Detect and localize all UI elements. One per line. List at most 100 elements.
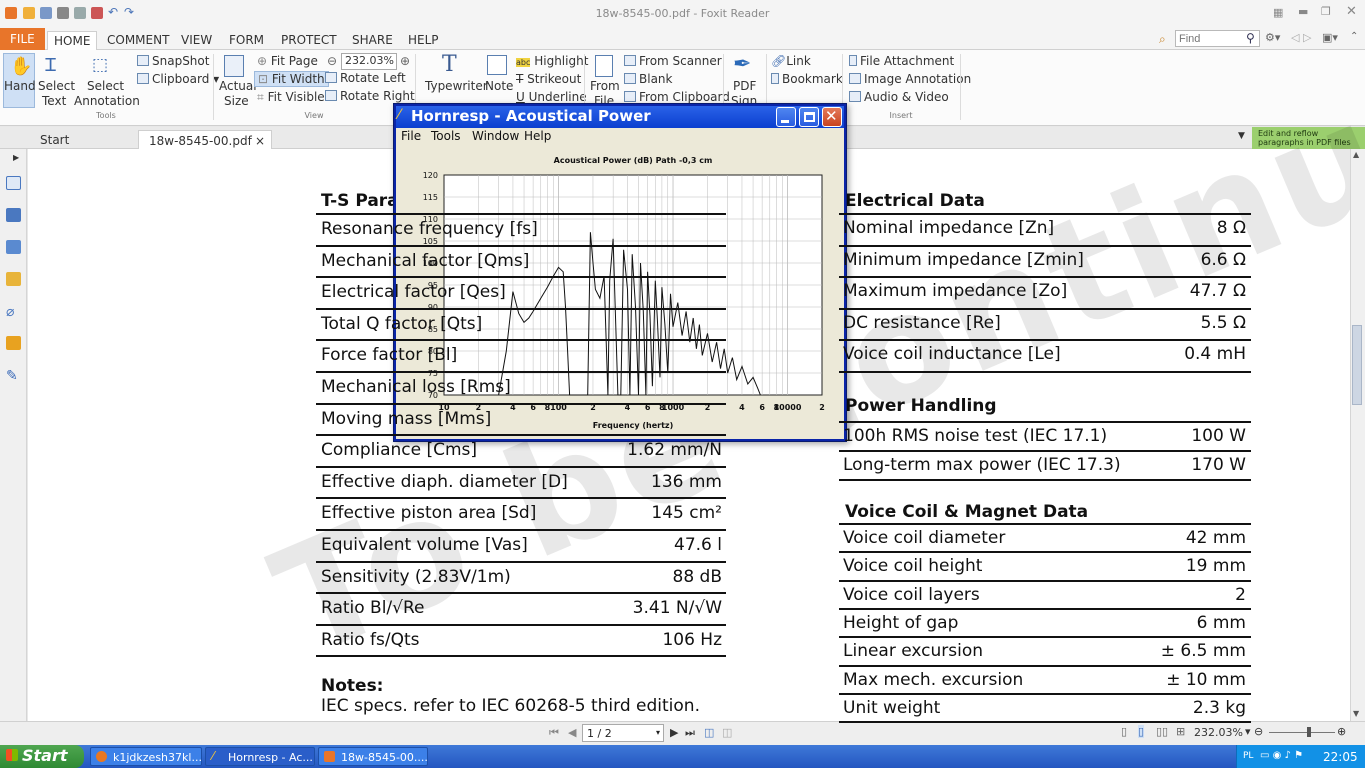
security-lock-icon[interactable]: [6, 336, 21, 350]
select-annotation-label-1[interactable]: Select: [87, 79, 124, 93]
zoom-slider-handle[interactable]: [1307, 727, 1311, 737]
next-view-icon[interactable]: ◫: [722, 726, 732, 739]
image-annotation-button[interactable]: Image Annotation: [849, 72, 971, 86]
facing-icon[interactable]: ▯▯: [1156, 725, 1168, 738]
dialog-menu-file[interactable]: File: [401, 129, 421, 143]
tab-document[interactable]: 18w-8545-00.pdf: [138, 130, 272, 149]
prev-view-icon[interactable]: ◫: [704, 726, 714, 739]
zoom-in-icon[interactable]: ⊕: [400, 54, 410, 68]
pages-icon[interactable]: [6, 176, 21, 190]
actual-size-label-2[interactable]: Size: [224, 94, 249, 108]
layers-icon[interactable]: [6, 208, 21, 222]
highlight-button[interactable]: abc Highlight: [516, 54, 588, 68]
tray-icons[interactable]: ▭ ◉ ♪ ⚑: [1260, 750, 1303, 761]
tab-help[interactable]: HELP: [402, 31, 445, 50]
tab-file[interactable]: FILE: [0, 28, 45, 50]
dialog-menu-tools[interactable]: Tools: [431, 129, 461, 143]
statusbar-zoom-value[interactable]: 232.03%: [1194, 726, 1243, 739]
close-icon[interactable]: ✕: [1346, 4, 1357, 19]
dialog-close-button[interactable]: ✕: [822, 107, 842, 127]
zoom-slider[interactable]: [1269, 732, 1335, 733]
prev-page-icon[interactable]: ◀: [568, 726, 576, 739]
dialog-minimize-button[interactable]: [776, 107, 796, 127]
language-indicator[interactable]: PL: [1243, 751, 1253, 761]
from-file-label-1[interactable]: From: [590, 79, 620, 93]
zoom-combo[interactable]: 232.03%: [341, 53, 397, 70]
bookmark-button[interactable]: Bookmark: [771, 72, 843, 86]
last-page-icon[interactable]: ⏭: [685, 726, 695, 740]
link-button[interactable]: 🔗︎Link: [771, 54, 811, 68]
tab-start[interactable]: Start: [30, 130, 79, 149]
page-number-field[interactable]: 1 / 2 ▾: [582, 724, 664, 742]
rotate-left-button[interactable]: Rotate Left: [325, 71, 406, 85]
file-attachment-button[interactable]: File Attachment: [849, 54, 954, 68]
select-annotation-label-2[interactable]: Annotation: [74, 94, 140, 108]
first-page-icon[interactable]: ⏮: [549, 726, 559, 740]
restore-icon[interactable]: ❐: [1321, 5, 1331, 18]
actual-size-label-1[interactable]: Actual: [219, 79, 257, 93]
find-tool-icon[interactable]: ⌕: [1159, 32, 1166, 47]
dialog-maximize-button[interactable]: [799, 107, 819, 127]
scroll-thumb[interactable]: [1352, 325, 1362, 405]
expand-panel-icon[interactable]: ▶: [13, 153, 19, 162]
tab-protect[interactable]: PROTECT: [275, 31, 343, 50]
attachments-panel-icon[interactable]: ⌀: [6, 304, 21, 320]
skin-menu-icon[interactable]: ▣▾: [1322, 31, 1338, 44]
vertical-scrollbar[interactable]: [1350, 149, 1365, 721]
single-page-icon[interactable]: ▯: [1121, 725, 1127, 738]
snapshot-button[interactable]: SnapShot: [137, 54, 209, 68]
scan-icon[interactable]: [74, 7, 86, 19]
dialog-menu-help[interactable]: Help: [524, 129, 551, 143]
save-icon[interactable]: [40, 7, 52, 19]
dialog-menu-window[interactable]: Window: [472, 129, 519, 143]
signature-panel-icon[interactable]: ✎: [6, 368, 21, 384]
zoom-in-small-icon[interactable]: ⊕: [1337, 725, 1346, 738]
scroll-down-icon[interactable]: ▼: [1353, 709, 1359, 718]
comments-panel-icon[interactable]: [6, 272, 21, 286]
minimize-icon[interactable]: ▬: [1298, 5, 1308, 18]
taskbar-item-hornresp[interactable]: Hornresp - Ac...: [205, 747, 315, 766]
clipboard-button[interactable]: Clipboard ▾: [137, 72, 219, 86]
select-text-label-1[interactable]: Select: [38, 79, 75, 93]
blank-button[interactable]: Blank: [624, 72, 672, 86]
tab-view[interactable]: VIEW: [175, 31, 218, 50]
clock[interactable]: 22:05: [1323, 750, 1358, 764]
undo-icon[interactable]: ↶: [108, 5, 120, 19]
tab-share[interactable]: SHARE: [346, 31, 399, 50]
window-tile-icon[interactable]: ▦: [1273, 6, 1283, 19]
typewriter-button[interactable]: Typewriter: [425, 79, 488, 93]
zoom-out-small-icon[interactable]: ▾ ⊖: [1245, 725, 1263, 738]
strikeout-button[interactable]: T Strikeout: [516, 72, 581, 86]
tab-form[interactable]: FORM: [223, 31, 270, 50]
hand-button[interactable]: Hand: [4, 79, 36, 93]
from-scanner-button[interactable]: From Scanner: [624, 54, 722, 68]
tab-comment[interactable]: COMMENT: [101, 31, 175, 50]
continuous-facing-icon[interactable]: ⊞: [1176, 725, 1185, 738]
zoom-out-icon[interactable]: ⊖: [327, 54, 337, 68]
close-tab-icon[interactable]: ×: [255, 134, 265, 148]
nav-back-icon[interactable]: ◁ ▷: [1291, 31, 1311, 44]
note-button[interactable]: Note: [485, 79, 513, 93]
continuous-page-icon[interactable]: ▯: [1138, 725, 1145, 738]
search-icon[interactable]: ⚲: [1246, 31, 1255, 45]
redo-icon[interactable]: ↷: [124, 5, 136, 19]
print-icon[interactable]: [57, 7, 69, 19]
from-clipboard-button[interactable]: From Clipboard: [624, 90, 730, 104]
fit-visible-button[interactable]: ⌗ Fit Visible: [257, 90, 325, 105]
collapse-ribbon-icon[interactable]: ⌃: [1350, 31, 1358, 42]
next-page-icon[interactable]: ▶: [670, 726, 678, 739]
underline-button[interactable]: U Underline: [516, 90, 587, 104]
pdf-sign-label-1[interactable]: PDF: [733, 79, 756, 93]
fit-page-button[interactable]: ⊕ Fit Page: [257, 54, 318, 68]
new-icon[interactable]: [91, 7, 103, 19]
fit-width-button[interactable]: ⊡ Fit Width: [254, 71, 329, 87]
select-text-label-2[interactable]: Text: [42, 94, 66, 108]
audio-video-button[interactable]: Audio & Video: [849, 90, 949, 104]
windows-logo-icon: [6, 749, 18, 761]
settings-icon[interactable]: ⚙▾: [1265, 31, 1280, 44]
bookmarks-panel-icon[interactable]: [6, 240, 21, 254]
rotate-right-button[interactable]: Rotate Right: [325, 89, 415, 103]
open-icon[interactable]: [23, 7, 35, 19]
scroll-up-icon[interactable]: ▲: [1353, 150, 1359, 159]
tab-home[interactable]: HOME: [47, 31, 98, 50]
